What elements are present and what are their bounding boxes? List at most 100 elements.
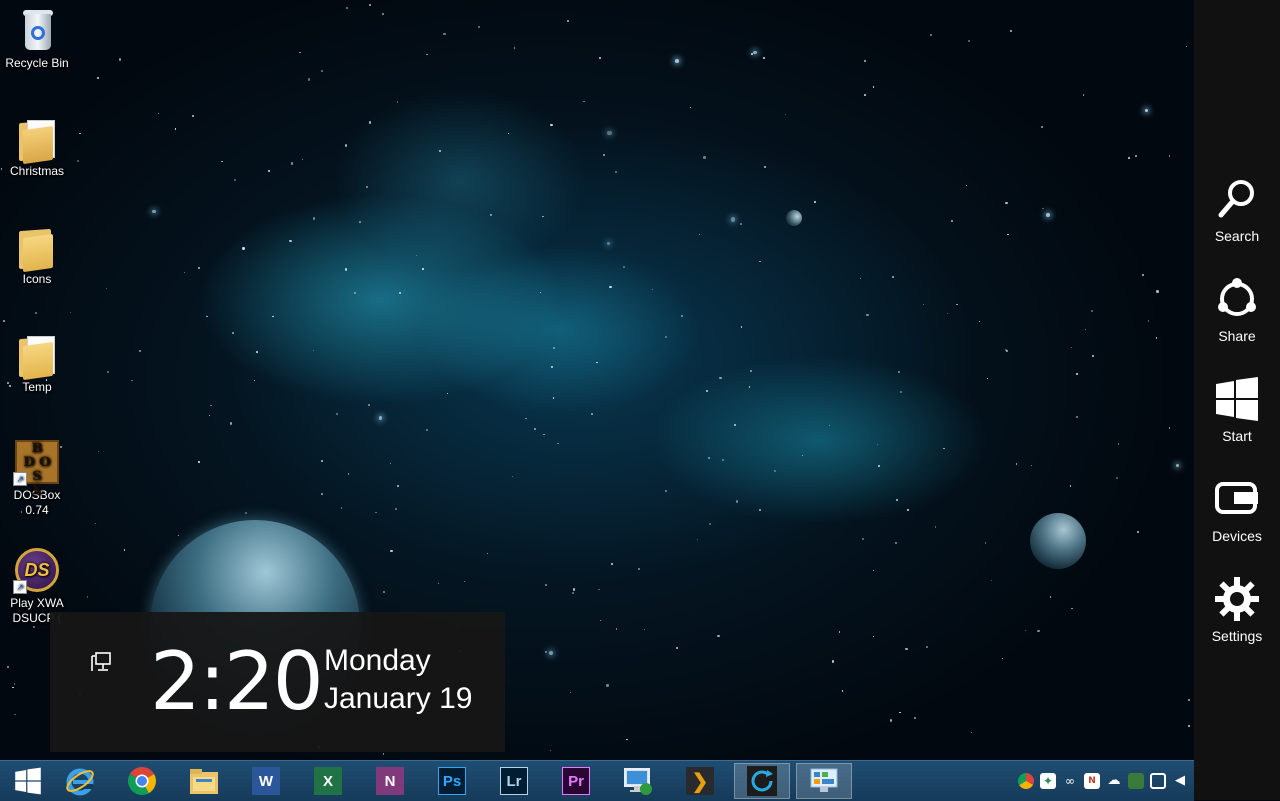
star (872, 86, 875, 88)
desktop-icon-dosbox[interactable]: B D O S X ↗ DOSBox 0.74 (2, 438, 72, 518)
star (1142, 274, 1144, 276)
star (607, 130, 612, 136)
onedrive-icon[interactable]: ☁ (1106, 773, 1122, 789)
star (899, 390, 902, 394)
taskbar-premiere[interactable]: Pr (548, 763, 604, 799)
star (98, 450, 100, 452)
star (599, 619, 602, 622)
taskbar-internet-explorer[interactable] (52, 763, 108, 799)
taskbar-remote-desktop[interactable] (610, 763, 666, 799)
star (774, 470, 777, 473)
star (907, 509, 909, 511)
star (534, 428, 536, 431)
taskbar-control-panel[interactable] (796, 763, 852, 799)
taskbar-lightroom[interactable]: Lr (486, 763, 542, 799)
charm-share[interactable]: Share (1194, 276, 1280, 344)
star (956, 303, 958, 306)
charm-label: Settings (1211, 628, 1263, 644)
taskbar-file-explorer[interactable] (176, 763, 232, 799)
star (344, 268, 347, 271)
star (206, 315, 209, 318)
taskbar-chrome[interactable] (114, 763, 170, 799)
star (197, 267, 200, 270)
star (383, 591, 386, 593)
taskbar-sync-app[interactable] (734, 763, 790, 799)
star (740, 326, 743, 328)
star (759, 508, 761, 511)
desktop-icon-icons[interactable]: Icons (2, 222, 72, 287)
star (889, 719, 892, 722)
star (1007, 233, 1009, 236)
dropbox-icon[interactable]: ✦ (1040, 773, 1056, 789)
star (1006, 350, 1008, 352)
desktop-icon-christmas[interactable]: Christmas (2, 114, 72, 179)
star (478, 26, 480, 28)
taskbar-plex[interactable]: ❯ (672, 763, 728, 799)
desktop-icon-temp[interactable]: Temp (2, 330, 72, 395)
taskbar-photoshop[interactable]: Ps (424, 763, 480, 799)
word-icon: W (252, 767, 280, 795)
star (1045, 212, 1051, 218)
nvidia-icon[interactable]: N (1084, 773, 1100, 789)
star (131, 380, 133, 382)
star (1076, 415, 1079, 418)
charm-search[interactable]: Search (1194, 176, 1280, 244)
star (545, 584, 548, 587)
star (866, 313, 869, 317)
star (583, 100, 585, 103)
star (864, 94, 866, 96)
star (550, 123, 553, 127)
star (340, 507, 343, 510)
clock-overlay: 2:20 Monday January 19 (50, 612, 505, 752)
star (118, 58, 121, 61)
star (859, 277, 862, 280)
star (1084, 328, 1087, 331)
folder-icon (13, 222, 61, 273)
desktop-icon-label: Play XWA (10, 596, 64, 610)
desktop-icon-recycle-bin[interactable]: Recycle Bin (2, 6, 72, 71)
star (753, 50, 757, 55)
charm-devices[interactable]: Devices (1194, 476, 1280, 544)
link-icon[interactable]: ∞ (1062, 773, 1078, 789)
star (1025, 630, 1027, 632)
star (610, 563, 613, 566)
star (210, 404, 212, 407)
star (242, 247, 245, 250)
network-icon[interactable] (1150, 773, 1166, 789)
star (925, 645, 928, 648)
star (569, 691, 572, 694)
taskbar-onenote[interactable]: N (362, 763, 418, 799)
taskbar-word[interactable]: W (238, 763, 294, 799)
charms-bar: Search Share Start Devices Settings (1194, 0, 1280, 800)
star (675, 59, 679, 64)
star (394, 507, 398, 511)
star (606, 684, 609, 687)
star (1168, 427, 1171, 429)
star (598, 588, 600, 590)
star (864, 60, 867, 62)
chrome-tray-icon[interactable] (1018, 773, 1034, 789)
star (943, 447, 945, 450)
star (543, 434, 545, 436)
star (615, 170, 618, 173)
star (1187, 724, 1190, 727)
star (549, 750, 551, 752)
taskbar-excel[interactable]: X (300, 763, 356, 799)
star (966, 185, 968, 187)
star (106, 287, 108, 290)
star (898, 371, 901, 374)
star (12, 687, 14, 689)
star (378, 415, 383, 420)
star (801, 454, 803, 457)
charm-start[interactable]: Start (1194, 376, 1280, 444)
star (94, 522, 96, 525)
star (763, 57, 765, 59)
chrome-icon (128, 767, 156, 795)
volume-icon[interactable]: ◀ (1172, 773, 1188, 789)
start-button[interactable] (0, 763, 56, 799)
star (313, 217, 316, 220)
charm-settings[interactable]: Settings (1194, 576, 1280, 644)
star (876, 443, 879, 446)
usb-icon[interactable] (1128, 773, 1144, 789)
excel-icon: X (314, 767, 342, 795)
